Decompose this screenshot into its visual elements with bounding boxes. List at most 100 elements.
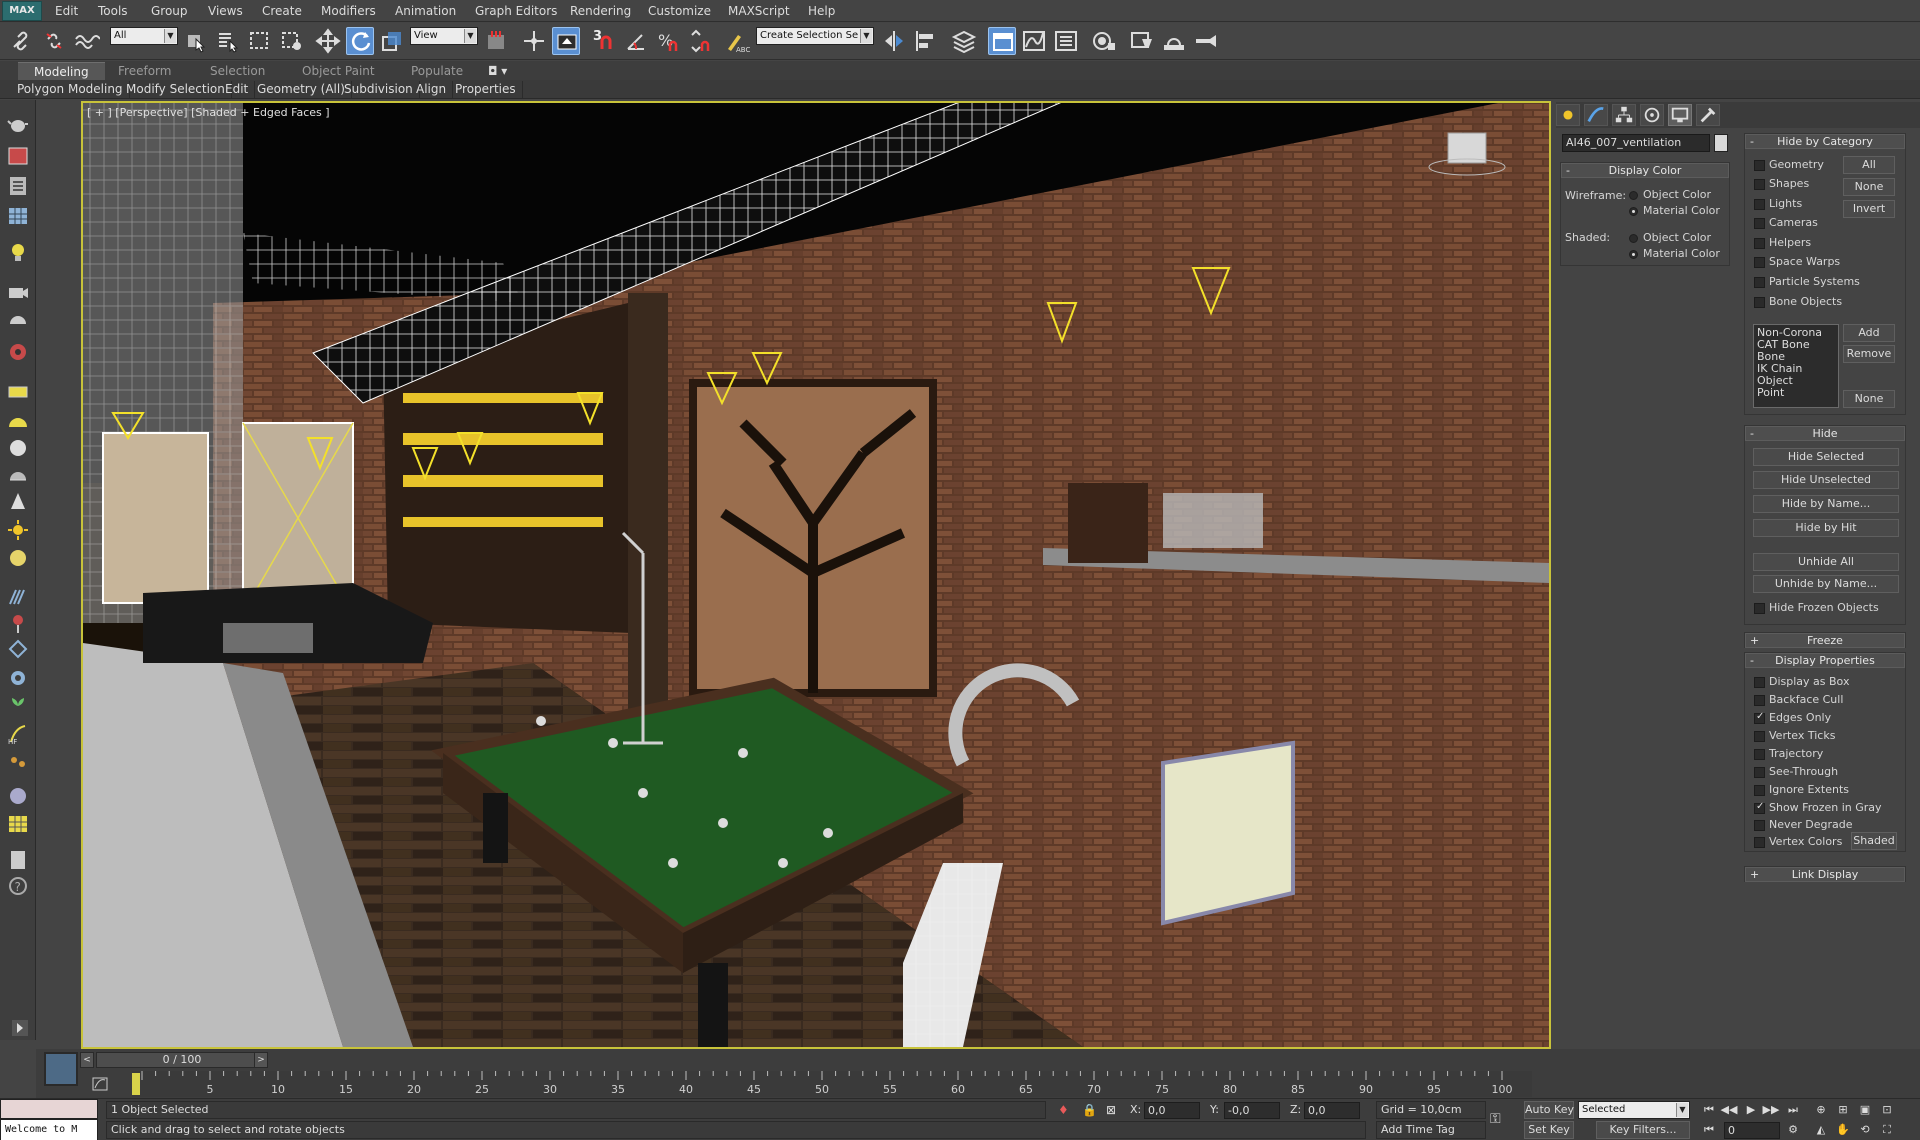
x-coordinate-field[interactable]: 0,0 (1144, 1102, 1200, 1119)
panel-polygon-modeling[interactable]: Polygon Modeling (11, 81, 130, 98)
panel-align[interactable]: Align (410, 81, 454, 98)
modify-tab-icon[interactable] (1584, 104, 1608, 126)
vertex-colors-checkbox[interactable] (1754, 837, 1765, 848)
space-warps-checkbox[interactable] (1754, 257, 1765, 268)
zoom-icon[interactable]: ⊕ (1812, 1102, 1830, 1118)
tab-freeform[interactable]: Freeform (118, 62, 171, 80)
backface-cull-checkbox[interactable] (1754, 695, 1765, 706)
hide-by-hit-button[interactable]: Hide by Hit (1753, 519, 1899, 537)
key-filters-button[interactable]: Key Filters... (1596, 1121, 1690, 1139)
panel-modify-selection[interactable]: Modify Selection (120, 81, 232, 98)
maxscript-listener-input[interactable]: Welcome to M (0, 1119, 98, 1140)
menu-create[interactable]: Create (262, 0, 302, 22)
mini-curve-editor-icon[interactable] (92, 1076, 108, 1092)
wireframe-object-color-radio[interactable] (1629, 191, 1638, 200)
z-coordinate-field[interactable]: 0,0 (1304, 1102, 1360, 1119)
set-key-button[interactable]: Set Key (1524, 1121, 1574, 1139)
half-sphere-icon[interactable] (6, 310, 30, 334)
trajectory-checkbox[interactable] (1754, 749, 1765, 760)
shaded-material-color-radio[interactable] (1629, 250, 1638, 259)
motion-tab-icon[interactable] (1640, 104, 1664, 126)
zoom-all-icon[interactable]: ⊞ (1834, 1102, 1852, 1118)
time-configuration-icon[interactable]: ⚙ (1784, 1122, 1802, 1138)
maxscript-listener-mini[interactable] (0, 1099, 98, 1119)
select-manipulate-icon[interactable] (520, 27, 548, 55)
proxy-icon[interactable] (6, 638, 30, 662)
rendered-frame-window-icon[interactable] (1160, 27, 1188, 55)
edit-named-selection-icon[interactable]: ABC (722, 27, 750, 55)
select-by-name-icon[interactable] (214, 27, 242, 55)
vertex-colors-shaded-button[interactable]: Shaded (1851, 832, 1897, 850)
toggle-ribbon-icon[interactable] (988, 27, 1016, 55)
align-icon[interactable] (912, 27, 940, 55)
cameras-checkbox[interactable] (1754, 218, 1765, 229)
timeline-ruler[interactable]: 5 10 15 20 25 30 35 40 45 50 55 60 65 70 75 80 85 90 95 100 (132, 1071, 1532, 1097)
wireframe-material-color-radio[interactable] (1629, 207, 1638, 216)
menu-rendering[interactable]: Rendering (570, 0, 631, 22)
remove-filter-button[interactable]: Remove (1843, 345, 1895, 363)
reference-coordinate-dropdown[interactable]: View ▼ (410, 27, 478, 45)
go-to-end-icon[interactable]: ⏭ (1784, 1102, 1802, 1118)
named-selection-dropdown[interactable]: Create Selection Se ▼ (756, 27, 874, 45)
bind-spacewarp-icon[interactable] (72, 27, 101, 55)
menu-animation[interactable]: Animation (395, 0, 456, 22)
display-color-header[interactable]: - Display Color (1561, 163, 1729, 178)
perspective-viewport[interactable]: [ + ] [Perspective] [Shaded + Edged Face… (81, 101, 1551, 1049)
hide-unselected-button[interactable]: Hide Unselected (1753, 471, 1899, 489)
display-tab-icon[interactable] (1668, 104, 1692, 126)
move-icon[interactable] (314, 27, 342, 55)
menu-group[interactable]: Group (151, 0, 188, 22)
hide-by-name-button[interactable]: Hide by Name... (1753, 495, 1899, 513)
dome-icon[interactable] (6, 410, 30, 434)
hair-icon[interactable] (6, 584, 30, 608)
menu-help[interactable]: Help (808, 0, 835, 22)
display-as-box-checkbox[interactable] (1754, 677, 1765, 688)
material-sphere-icon[interactable] (6, 784, 30, 808)
display-properties-header[interactable]: - Display Properties (1745, 653, 1905, 668)
key-icon[interactable]: ⚿ (1490, 1111, 1501, 1127)
go-to-start-icon[interactable]: ⏮ (1700, 1102, 1718, 1118)
shapes-checkbox[interactable] (1754, 179, 1765, 190)
hide-by-category-header[interactable]: - Hide by Category (1745, 134, 1905, 149)
viewport-label[interactable]: [ + ] [Perspective] [Shaded + Edged Face… (87, 106, 330, 119)
see-through-checkbox[interactable] (1754, 767, 1765, 778)
dome-light-icon[interactable] (6, 464, 30, 488)
link-display-header[interactable]: + Link Display (1745, 867, 1905, 882)
list-item[interactable]: IK Chain Object (1757, 363, 1835, 387)
time-prev-icon[interactable]: < (80, 1052, 94, 1068)
y-coordinate-field[interactable]: -0,0 (1224, 1102, 1280, 1119)
tab-object-paint[interactable]: Object Paint (302, 62, 375, 80)
sun-icon[interactable] (6, 518, 30, 542)
light-bulb-icon[interactable] (6, 240, 30, 264)
time-slider[interactable]: 0 / 100 (96, 1052, 268, 1068)
menu-graph-editors[interactable]: Graph Editors (475, 0, 557, 22)
unhide-by-name-button[interactable]: Unhide by Name... (1753, 575, 1899, 593)
hide-selected-button[interactable]: Hide Selected (1753, 448, 1899, 466)
category-filter-list[interactable]: Non-Corona CAT Bone Bone IK Chain Object… (1753, 324, 1839, 408)
gear-icon[interactable] (6, 666, 30, 690)
render-production-icon[interactable] (1192, 27, 1220, 55)
render-setup-icon[interactable] (1128, 27, 1156, 55)
teapot-icon[interactable] (6, 112, 30, 136)
schematic-view-icon[interactable] (1052, 27, 1080, 55)
menu-views[interactable]: Views (208, 0, 243, 22)
layer-explorer-icon[interactable] (950, 27, 978, 55)
key-mode-icon[interactable]: ⏮ (1700, 1122, 1718, 1138)
orbit-icon[interactable]: ⟲ (1856, 1122, 1874, 1138)
menu-edit[interactable]: Edit (55, 0, 78, 22)
material-editor-icon[interactable] (1090, 27, 1118, 55)
keyboard-shortcut-override-icon[interactable] (552, 27, 580, 55)
freeze-header[interactable]: + Freeze (1745, 633, 1905, 648)
percent-snap-icon[interactable]: % (654, 27, 682, 55)
pin-icon[interactable] (6, 612, 30, 636)
menu-customize[interactable]: Customize (648, 0, 711, 22)
hide-frozen-checkbox[interactable] (1754, 603, 1765, 614)
grid-icon[interactable] (6, 812, 30, 836)
file-icon[interactable] (6, 848, 30, 872)
geometry-checkbox[interactable] (1754, 160, 1765, 171)
snap-toggle-icon[interactable]: 3 (590, 27, 618, 55)
tab-modeling[interactable]: Modeling (18, 62, 105, 80)
hide-invert-button[interactable]: Invert (1843, 200, 1895, 218)
utilities-tab-icon[interactable] (1696, 104, 1720, 126)
particle-systems-checkbox[interactable] (1754, 277, 1765, 288)
